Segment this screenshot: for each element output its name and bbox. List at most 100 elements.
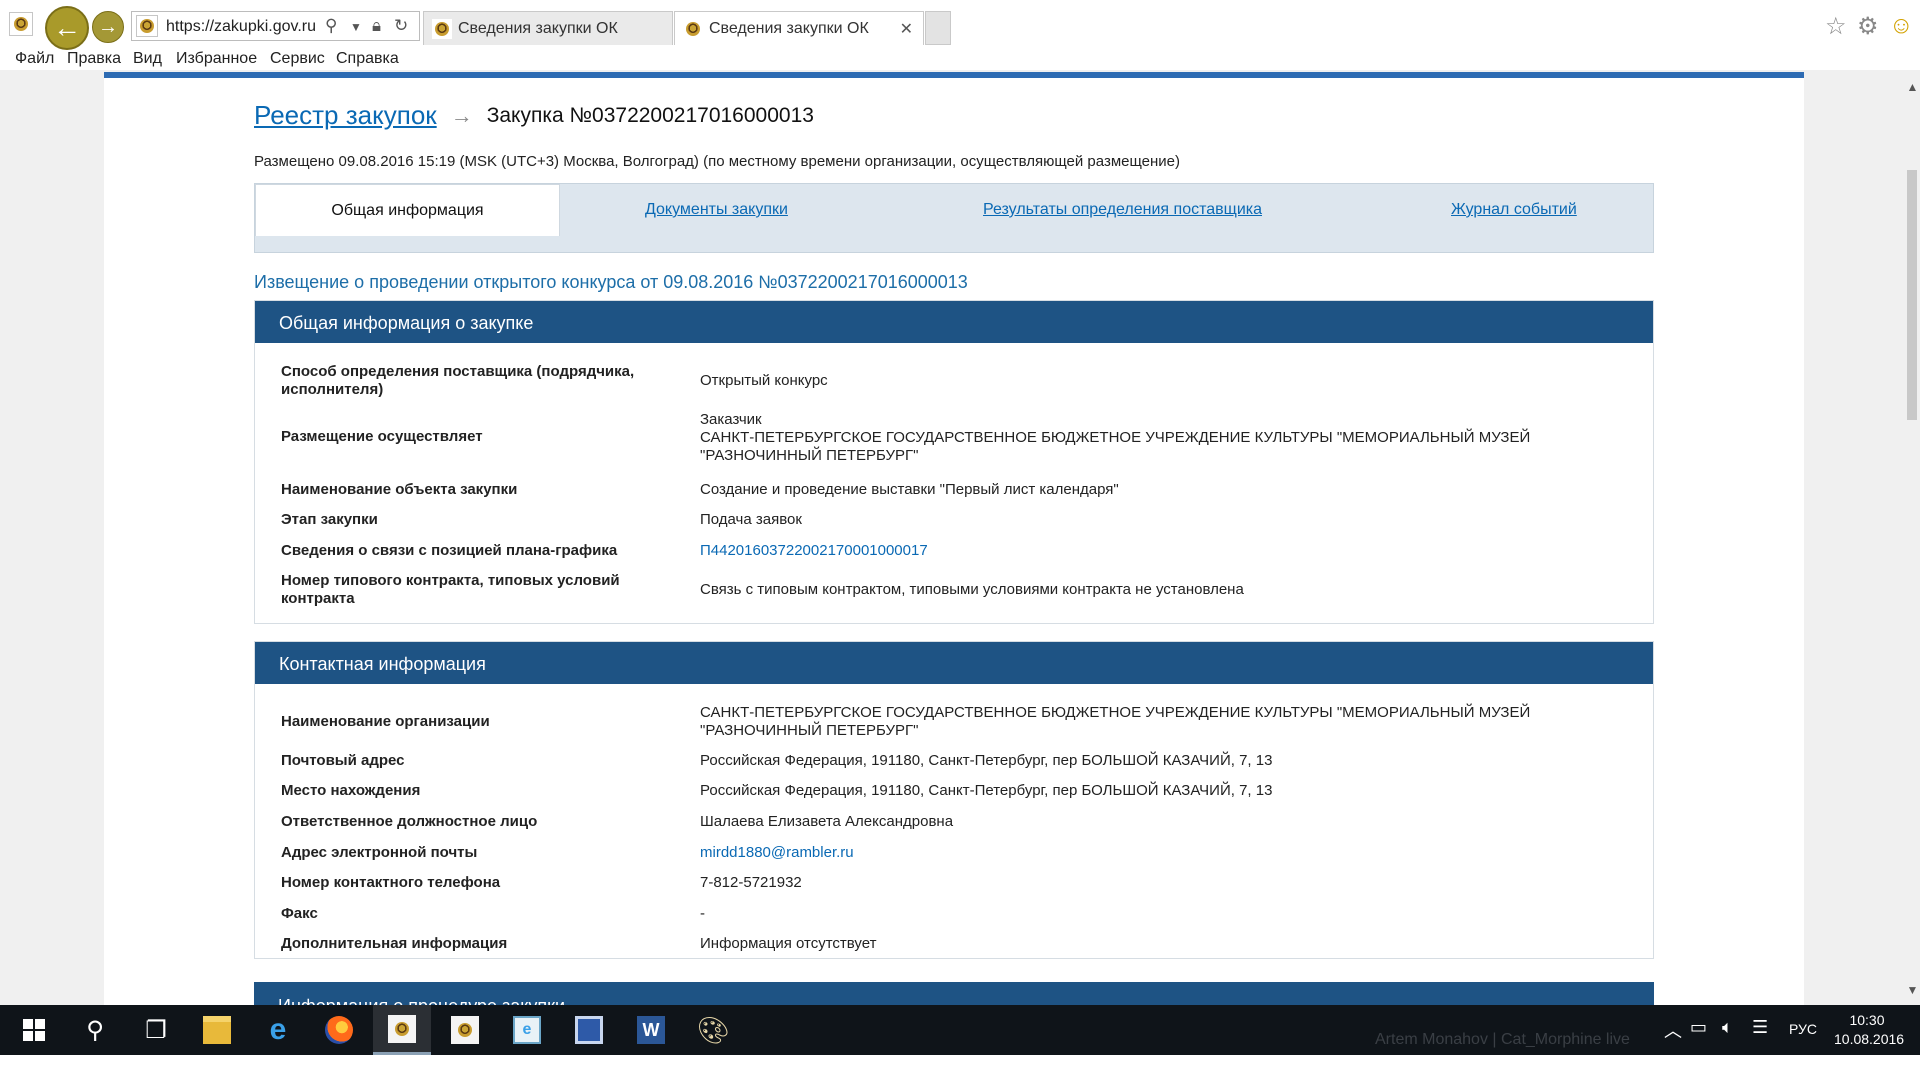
breadcrumb-registry-link[interactable]: Реестр закупок <box>254 100 437 131</box>
field-value: Создание и проведение выставки "Первый л… <box>700 481 1119 498</box>
field-value: САНКТ-ПЕТЕРБУРГСКОЕ ГОСУДАРСТВЕННОЕ БЮДЖ… <box>700 704 1531 739</box>
internet-explorer-icon: e <box>269 1013 287 1046</box>
favorites-star-icon[interactable]: ☆ <box>1825 12 1847 41</box>
emblem-icon <box>686 21 700 36</box>
show-hidden-icons-icon[interactable]: ︿ <box>1664 1017 1682 1043</box>
tab-event-log[interactable]: Журнал событий <box>1451 201 1577 219</box>
settings-gear-icon[interactable]: ⚙ <box>1857 12 1879 41</box>
browser-window-1-button[interactable] <box>373 1005 431 1055</box>
field-value: 7-812-5721932 <box>700 874 802 891</box>
word-button[interactable]: W <box>622 1005 680 1055</box>
section-contact-info: Контактная информация Наименование орган… <box>254 641 1654 959</box>
field-label: Способ определения поставщика (подрядчик… <box>281 363 635 398</box>
section-title: Контактная информация <box>255 642 1653 684</box>
tab-general-info[interactable]: Общая информация <box>255 184 560 236</box>
network-icon[interactable]: ▭ <box>1690 1017 1707 1038</box>
tab-favicon <box>683 18 703 39</box>
menu-bar: Файл Правка Вид Избранное Сервис Справка <box>0 47 1920 69</box>
close-tab-icon[interactable]: ✕ <box>900 19 913 39</box>
search-icon: ⚲ <box>86 1016 104 1044</box>
clock[interactable]: 10:30 10.08.2016 <box>1834 1011 1905 1049</box>
field-value: Связь с типовым контрактом, типовыми усл… <box>700 581 1244 598</box>
ie-page-icon: e <box>513 1016 541 1044</box>
emblem-icon <box>14 17 28 31</box>
address-bar[interactable]: https://zakupki.gov.ru/4 ⚲ ▼ 🔒︎ ↻ <box>131 11 420 41</box>
watermark: Artem Monahov | Cat_Morphine live <box>1375 1031 1630 1048</box>
notifications-icon[interactable]: ☰ <box>1752 1017 1768 1038</box>
breadcrumb: Реестр закупок → Закупка №03722002170160… <box>254 100 814 131</box>
page-container: Реестр закупок → Закупка №03722002170160… <box>104 72 1804 1005</box>
ie-window-button[interactable]: e <box>498 1005 556 1055</box>
browser-window-2-button[interactable] <box>436 1005 494 1055</box>
tab-supplier-results[interactable]: Результаты определения поставщика <box>983 201 1262 219</box>
search-taskbar-button[interactable]: ⚲ <box>66 1005 124 1055</box>
field-label: Факс <box>281 905 318 922</box>
field-value: Открытый конкурс <box>700 372 828 389</box>
emblem-window-icon <box>451 1016 479 1044</box>
page-tabs: Общая информация Документы закупки Резул… <box>254 183 1654 253</box>
email-link[interactable]: mirdd1880@rambler.ru <box>700 844 1630 862</box>
search-icon[interactable]: ⚲ <box>325 16 337 36</box>
menu-tools[interactable]: Сервис <box>270 50 325 68</box>
browser-tab-1[interactable]: Сведения закупки ОК <box>423 11 673 45</box>
new-tab-button[interactable] <box>925 11 951 45</box>
menu-edit[interactable]: Правка <box>67 50 121 68</box>
tab-documents[interactable]: Документы закупки <box>645 201 788 219</box>
forward-button[interactable]: → <box>92 11 124 43</box>
field-label: Размещение осуществляет <box>281 428 483 445</box>
url-text[interactable]: https://zakupki.gov.ru/4 <box>166 18 316 36</box>
word-icon: W <box>637 1016 665 1044</box>
field-value: Шалаева Елизавета Александровна <box>700 813 954 830</box>
tab-favicon <box>432 18 452 39</box>
clock-date: 10.08.2016 <box>1834 1031 1905 1047</box>
screen-bottom-margin <box>0 1055 1920 1080</box>
emblem-icon <box>140 19 154 33</box>
taskbar: ⚲ ❐ e e W 🎨︎ Artem Monahov | Cat_Morphin… <box>0 1005 1920 1055</box>
field-label: Наименование организации <box>281 713 490 730</box>
dropdown-icon[interactable]: ▼ <box>350 20 362 34</box>
published-info: Размещено 09.08.2016 15:19 (MSK (UTC+3) … <box>254 153 1180 170</box>
floppy-disk-icon <box>575 1016 603 1044</box>
menu-view[interactable]: Вид <box>133 50 162 68</box>
lock-icon[interactable]: 🔒︎ <box>372 16 381 36</box>
palette-icon: 🎨︎ <box>696 1014 730 1045</box>
scroll-up-icon[interactable]: ▲ <box>1905 80 1920 94</box>
back-button[interactable]: ← <box>45 6 89 50</box>
explorer-button[interactable] <box>188 1005 246 1055</box>
ie-button[interactable]: e <box>249 1005 307 1055</box>
language-indicator[interactable]: РУС <box>1789 1021 1817 1037</box>
folder-icon <box>203 1016 231 1044</box>
field-value: Российская Федерация, 191180, Санкт-Пете… <box>700 752 1273 769</box>
task-view-button[interactable]: ❐ <box>127 1005 185 1055</box>
address-favicon <box>136 15 158 37</box>
field-value: Заказчик САНКТ-ПЕТЕРБУРГСКОЕ ГОСУДАРСТВЕ… <box>700 411 1531 464</box>
emblem-window-icon <box>388 1014 416 1043</box>
menu-help[interactable]: Справка <box>336 50 399 68</box>
feedback-smiley-icon[interactable]: ☺ <box>1889 12 1914 40</box>
scroll-down-icon[interactable]: ▼ <box>1905 983 1920 997</box>
field-value: Информация отсутствует <box>700 935 877 952</box>
save-app-button[interactable] <box>560 1005 618 1055</box>
field-value: Подача заявок <box>700 511 802 528</box>
paint-button[interactable]: 🎨︎ <box>684 1005 742 1055</box>
screen: ← → https://zakupki.gov.ru/4 ⚲ ▼ 🔒︎ ↻ Св… <box>0 0 1920 1080</box>
menu-file[interactable]: Файл <box>15 50 54 68</box>
field-label: Сведения о связи с позицией плана-график… <box>281 542 618 559</box>
scroll-thumb[interactable] <box>1907 170 1917 420</box>
start-button[interactable] <box>5 1005 63 1055</box>
plan-schedule-link[interactable]: П44201603722002170001000017 <box>700 542 1630 560</box>
field-value: - <box>700 905 705 922</box>
field-label: Ответственное должностное лицо <box>281 813 538 830</box>
browser-tab-label: Сведения закупки ОК <box>709 19 869 37</box>
field-label: Адрес электронной почты <box>281 844 478 861</box>
refresh-icon[interactable]: ↻ <box>394 16 408 36</box>
page-scrollbar[interactable]: ▲ ▼ <box>1905 70 1920 1005</box>
site-favicon <box>9 12 33 36</box>
field-label: Почтовый адрес <box>281 752 405 769</box>
browser-tab-2[interactable]: Сведения закупки ОК ✕ <box>674 11 924 45</box>
volume-icon[interactable]: 🔈︎ <box>1722 1017 1733 1038</box>
menu-favorites[interactable]: Избранное <box>176 50 257 68</box>
task-view-icon: ❐ <box>145 1016 167 1044</box>
firefox-button[interactable] <box>310 1005 368 1055</box>
section-title: Общая информация о закупке <box>255 301 1653 343</box>
